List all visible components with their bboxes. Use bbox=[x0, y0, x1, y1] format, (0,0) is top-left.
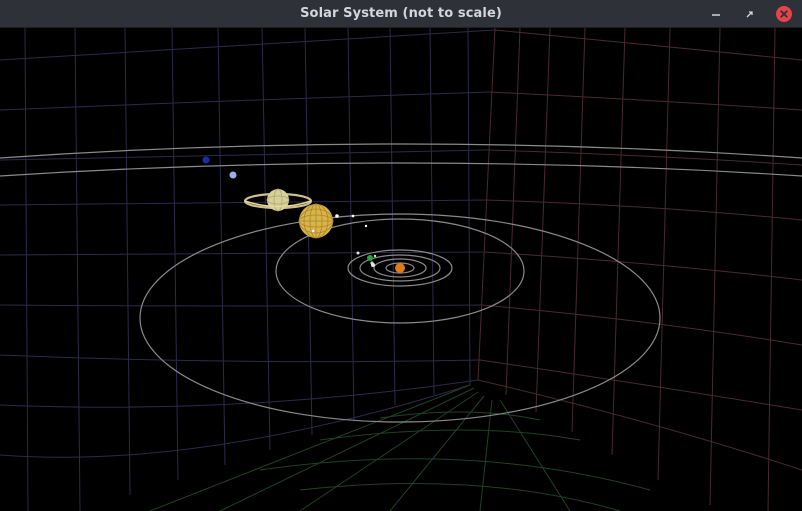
minimize-icon bbox=[712, 14, 720, 16]
minimize-button[interactable] bbox=[706, 4, 726, 24]
3d-viewport[interactable] bbox=[0, 28, 802, 511]
planet-earth[interactable] bbox=[367, 255, 373, 261]
right-wall-grid bbox=[477, 28, 802, 511]
planet-mars[interactable] bbox=[371, 263, 375, 267]
restore-icon bbox=[746, 11, 753, 18]
window-title: Solar System (not to scale) bbox=[300, 6, 502, 21]
orbit-uranus bbox=[0, 162, 802, 177]
sun[interactable] bbox=[395, 263, 405, 273]
planet-venus[interactable] bbox=[356, 251, 360, 255]
orbit-saturn bbox=[139, 213, 661, 423]
orbit-neptune bbox=[0, 143, 802, 159]
left-wall-grid bbox=[0, 28, 496, 511]
window-controls bbox=[706, 4, 794, 24]
planet-uranus[interactable] bbox=[229, 171, 237, 179]
close-button[interactable] bbox=[774, 4, 794, 24]
orbits bbox=[0, 143, 802, 423]
earth-moon bbox=[373, 254, 377, 258]
scene-canvas bbox=[0, 28, 802, 511]
planet-neptune[interactable] bbox=[202, 156, 210, 164]
restore-button[interactable] bbox=[740, 4, 760, 24]
planet-saturn[interactable] bbox=[243, 188, 313, 212]
close-icon bbox=[776, 6, 792, 22]
planet-jupiter[interactable] bbox=[298, 203, 334, 239]
title-bar[interactable]: Solar System (not to scale) bbox=[0, 0, 802, 28]
